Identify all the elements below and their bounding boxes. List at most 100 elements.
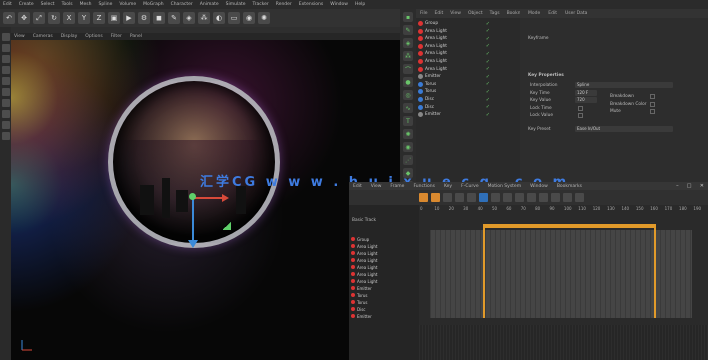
y-axis-handle[interactable] (192, 198, 194, 242)
sphere-icon[interactable]: ● (403, 77, 413, 87)
viewport-menu-item[interactable]: Cameras (33, 34, 53, 39)
grid-icon[interactable] (1, 132, 10, 140)
object-row[interactable]: Area Light ✓ (418, 66, 518, 73)
menu-item[interactable]: Render (276, 2, 292, 7)
object-row[interactable]: Area Light ✓ (418, 28, 518, 35)
array-icon[interactable]: ⁂ (198, 12, 210, 24)
undo-icon[interactable]: ↶ (3, 12, 15, 24)
visibility-check-icon[interactable]: ✓ (486, 97, 490, 103)
tangent-icon[interactable] (551, 193, 560, 202)
polygons-mode-icon[interactable] (1, 77, 10, 85)
range-start-marker[interactable] (483, 224, 485, 318)
track-row[interactable]: Torus (351, 299, 417, 305)
object-row[interactable]: Area Light ✓ (418, 50, 518, 57)
timeline-menu-item[interactable]: Bookmarks (557, 184, 582, 189)
object-row[interactable]: Torus ✓ (418, 88, 518, 95)
bend-icon[interactable]: ⌒ (403, 64, 413, 74)
z-axis-handle[interactable] (222, 222, 231, 230)
timeline-keys-area[interactable] (430, 230, 692, 318)
viewport-menu-item[interactable]: View (14, 34, 25, 39)
track-row[interactable]: Disc (351, 306, 417, 312)
menu-item[interactable]: Mesh (80, 2, 92, 7)
visibility-check-icon[interactable]: ✓ (486, 66, 490, 72)
track-row[interactable]: Emitter (351, 285, 417, 291)
viewport-menu-item[interactable]: Options (85, 34, 102, 39)
object-menu-item[interactable]: View (450, 11, 461, 16)
torus-ring-object[interactable] (108, 76, 280, 248)
field-checkbox[interactable] (650, 109, 655, 114)
menu-item[interactable]: Character (171, 2, 193, 7)
track-row[interactable]: Area Light (351, 243, 417, 249)
visibility-check-icon[interactable]: ✓ (486, 112, 490, 118)
model-mode-icon[interactable] (1, 33, 10, 41)
menu-item[interactable]: Help (355, 2, 365, 7)
track-row[interactable]: Torus (351, 292, 417, 298)
motion-mode-icon[interactable] (443, 193, 452, 202)
range-end-marker[interactable] (654, 224, 656, 318)
lock-icon[interactable] (1, 121, 10, 129)
spline-curve-icon[interactable] (503, 193, 512, 202)
render-view-icon[interactable]: ▣ (108, 12, 120, 24)
text-icon[interactable]: T (403, 116, 413, 126)
object-row[interactable]: Emitter ✓ (418, 111, 518, 118)
x-axis-icon[interactable]: X (63, 12, 75, 24)
edges-mode-icon[interactable] (1, 66, 10, 74)
cube-icon[interactable]: ▪ (403, 12, 413, 22)
cube-icon[interactable]: ◼ (153, 12, 165, 24)
x-axis-handle[interactable] (194, 197, 224, 199)
z-axis-icon[interactable]: Z (93, 12, 105, 24)
visibility-check-icon[interactable]: ✓ (486, 28, 490, 34)
object-menu-item[interactable]: Object (468, 11, 483, 16)
close-icon[interactable]: ✕ (700, 183, 704, 189)
subdivision-icon[interactable]: ◈ (183, 12, 195, 24)
field-value[interactable]: 720 (575, 97, 597, 103)
keyframe-range[interactable] (483, 224, 656, 228)
snap-icon[interactable] (1, 99, 10, 107)
object-menu-item[interactable]: File (420, 11, 428, 16)
points-mode-icon[interactable] (1, 55, 10, 63)
object-row[interactable]: Emitter ✓ (418, 73, 518, 80)
timeline-menu-item[interactable]: F-Curve (461, 184, 479, 189)
scale-icon[interactable]: ⤢ (33, 12, 45, 24)
menu-item[interactable]: MoGraph (143, 2, 163, 7)
light-icon[interactable]: ✺ (403, 129, 413, 139)
visibility-check-icon[interactable]: ✓ (486, 43, 490, 49)
visibility-check-icon[interactable]: ✓ (486, 51, 490, 57)
object-row[interactable]: Area Light ✓ (418, 35, 518, 42)
track-row[interactable]: Area Light (351, 257, 417, 263)
object-row[interactable]: Disc ✓ (418, 96, 518, 103)
timeline-menu-item[interactable]: Key (444, 184, 452, 189)
render-icon[interactable]: ▶ (123, 12, 135, 24)
ease-out-icon[interactable] (527, 193, 536, 202)
visibility-check-icon[interactable]: ✓ (486, 104, 490, 110)
emitter-icon[interactable]: ⋰ (403, 155, 413, 165)
field-checkbox[interactable] (578, 105, 583, 111)
attribute-menu-item[interactable]: User Data (565, 11, 587, 16)
menu-item[interactable]: Select (41, 2, 55, 7)
menu-item[interactable]: Animate (200, 2, 219, 7)
visibility-check-icon[interactable]: ✓ (486, 74, 490, 80)
light-icon[interactable]: ✺ (258, 12, 270, 24)
field-checkbox[interactable] (578, 113, 583, 118)
frame-selected-icon[interactable] (467, 193, 476, 202)
track-row[interactable]: Emitter (351, 313, 417, 319)
menu-item[interactable]: Create (19, 2, 34, 7)
pivot-handle[interactable] (189, 193, 196, 200)
spline-icon[interactable]: ∿ (403, 103, 413, 113)
render-settings-icon[interactable]: ⚙ (138, 12, 150, 24)
fcurve-mode-icon[interactable] (431, 193, 440, 202)
key-mode-icon[interactable] (419, 193, 428, 202)
track-row[interactable]: Group (351, 236, 417, 242)
object-menu-item[interactable]: Edit (435, 11, 444, 16)
menu-item[interactable]: Simulate (226, 2, 246, 7)
ease-both-icon[interactable] (539, 193, 548, 202)
field-checkbox[interactable] (650, 101, 655, 107)
track-row[interactable]: Area Light (351, 250, 417, 256)
workplane-icon[interactable] (1, 110, 10, 118)
menu-item[interactable]: Window (330, 2, 348, 7)
menu-item[interactable]: Volume (119, 2, 136, 7)
y-axis-arrow-icon[interactable] (188, 240, 198, 248)
move-icon[interactable]: ✥ (18, 12, 30, 24)
snap-key-icon[interactable] (563, 193, 572, 202)
minimize-icon[interactable]: – (676, 183, 679, 189)
